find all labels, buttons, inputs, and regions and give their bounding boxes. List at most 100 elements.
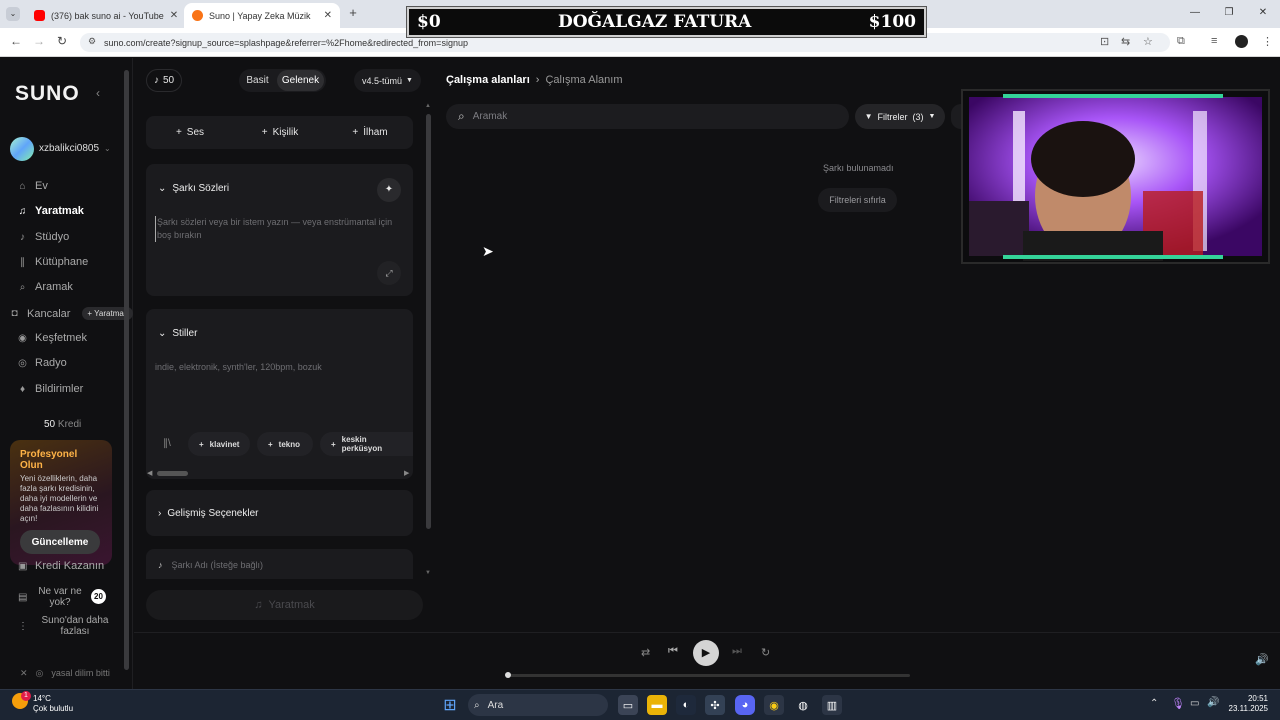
scroll-up-icon[interactable]: ▲ <box>425 103 431 109</box>
suno-logo[interactable]: SUNO <box>15 82 80 106</box>
song-title-input[interactable]: ♪ Şarkı Adı (İsteğe bağlı) <box>158 560 263 570</box>
chrome-icon[interactable]: ◉ <box>764 695 784 715</box>
minimize-icon[interactable]: — <box>1178 0 1212 28</box>
tags-scrollbar[interactable] <box>157 471 188 476</box>
profile-avatar[interactable] <box>1235 35 1248 48</box>
tab-search-icon[interactable]: ⌄ <box>6 7 20 21</box>
model-selector[interactable]: v4.5-tümü ▼ <box>354 69 421 92</box>
scroll-right-icon[interactable]: ▶ <box>404 469 409 477</box>
sidebar-item-radio[interactable]: ◎ Radyo <box>18 357 67 369</box>
play-button[interactable]: ▶ <box>693 640 719 666</box>
search-input[interactable]: ⌕ Aramak <box>446 104 849 129</box>
more-from-suno-link[interactable]: ⋮ Suno'dan daha fazlası <box>18 615 115 637</box>
plus-icon: + <box>175 127 182 138</box>
volume-icon[interactable]: 🔊 <box>1255 653 1269 666</box>
obs-icon[interactable]: ◍ <box>793 695 813 715</box>
sidebar-item-search[interactable]: ⌕ Aramak <box>18 281 73 293</box>
scroll-left-icon[interactable]: ◀ <box>147 469 152 477</box>
chevron-down-icon[interactable]: ⌄ <box>104 144 111 153</box>
tab-youtube[interactable]: (376) bak suno ai - YouTube ✕ <box>26 3 182 28</box>
earn-credits-link[interactable]: ▣ Kredi Kazanın <box>18 560 104 572</box>
sort-button[interactable] <box>951 104 961 129</box>
reset-filters-button[interactable]: Filtreleri sıfırla <box>818 188 897 212</box>
avatar[interactable] <box>10 137 34 161</box>
sidebar-item-explore[interactable]: ◉ Keşfetmek <box>18 332 87 344</box>
advanced-options-header[interactable]: › Gelişmiş Seçenekler <box>158 508 259 519</box>
progress-track[interactable] <box>507 674 910 677</box>
task-view-icon[interactable]: ▭ <box>618 695 638 715</box>
weather-widget[interactable]: 14°C Çok bulutlu <box>33 694 73 714</box>
styles-header[interactable]: ⌄ Stiller <box>158 328 197 339</box>
restore-icon[interactable]: ❐ <box>1212 0 1246 28</box>
shuffle-icon[interactable]: ⇄ <box>641 646 650 659</box>
repeat-icon[interactable]: ↻ <box>761 646 770 659</box>
style-tag[interactable]: + tekno <box>257 432 313 456</box>
upgrade-button[interactable]: Güncelleme <box>20 530 100 554</box>
back-icon[interactable]: ← <box>10 34 22 48</box>
x-icon[interactable]: ✕ <box>20 668 28 679</box>
sidebar-item-label: Ne var ne yok? <box>38 586 82 608</box>
sidebar-item-notifications[interactable]: ♦ Bildirimler <box>18 383 83 395</box>
style-library-icon[interactable]: ∥\ <box>163 438 171 449</box>
username[interactable]: xzbalikci0805 <box>39 143 99 154</box>
sidebar-item-library[interactable]: ∥ Kütüphane <box>18 256 88 268</box>
scroll-down-icon[interactable]: ▼ <box>425 570 431 576</box>
lyrics-header[interactable]: ⌄ Şarkı Sözleri <box>158 183 229 194</box>
tray-chevron-icon[interactable]: ⌃ <box>1150 698 1158 709</box>
add-inspiration-button[interactable]: + İlham <box>340 121 400 144</box>
site-info-icon[interactable]: ⚙ <box>88 36 96 47</box>
instagram-icon[interactable]: ◎ <box>36 668 44 679</box>
install-app-icon[interactable]: ⊡ <box>1100 35 1109 48</box>
sidebar-item-studio[interactable]: ♪ Stüdyo <box>18 231 69 243</box>
mode-custom-tab[interactable]: Gelenek <box>277 70 324 91</box>
discord-icon[interactable]: ◕ <box>735 695 755 715</box>
browser-menu-icon[interactable]: ⋮ <box>1262 35 1273 48</box>
styles-textarea[interactable]: indie, elektronik, synth'ler, 120bpm, bo… <box>155 361 405 374</box>
add-voice-button[interactable]: + Ses <box>160 121 220 144</box>
taskbar-search[interactable]: ⌕ Ara <box>468 694 608 716</box>
reload-icon[interactable]: ↻ <box>57 34 67 48</box>
progress-handle[interactable] <box>505 672 511 678</box>
style-tag[interactable]: + keskin perküsyon <box>320 432 413 456</box>
bookmark-star-icon[interactable]: ☆ <box>1143 35 1153 48</box>
magic-wand-icon[interactable]: ✦ <box>377 178 401 202</box>
breadcrumb-root[interactable]: Çalışma alanları <box>446 74 530 86</box>
style-tag[interactable]: + klavinet <box>188 432 250 456</box>
reading-list-icon[interactable]: ≡ <box>1211 35 1217 47</box>
close-window-icon[interactable]: ✕ <box>1246 0 1280 28</box>
network-icon[interactable]: ▭ <box>1190 698 1199 709</box>
filters-button[interactable]: ▼ Filtreler (3) ▼ <box>855 104 945 129</box>
add-persona-button[interactable]: + Kişilik <box>250 121 310 144</box>
microphone-icon[interactable]: 🎙 <box>1171 697 1185 710</box>
app-icon[interactable]: ✣ <box>705 695 725 715</box>
taskbar-clock[interactable]: 20:51 23.11.2025 <box>1228 694 1268 714</box>
extensions-icon[interactable]: ⧉ <box>1177 35 1185 48</box>
credits-chip: ♪ 50 <box>146 69 182 92</box>
app-window-icon[interactable]: ▥ <box>822 695 842 715</box>
windows-start-icon[interactable]: ⊞ <box>440 695 460 715</box>
mode-simple-tab[interactable]: Basit <box>241 70 274 91</box>
create-panel-scrollbar[interactable] <box>426 114 431 529</box>
steam-icon[interactable]: ◐ <box>676 695 696 715</box>
collapse-sidebar-icon[interactable]: ‹ <box>96 86 100 100</box>
close-tab-icon[interactable]: ✕ <box>164 10 178 21</box>
sidebar-item-home[interactable]: ⌂ Ev <box>18 180 47 192</box>
previous-icon[interactable]: ⏮ <box>668 645 678 658</box>
expand-icon[interactable]: ⤢ <box>377 261 401 285</box>
translate-icon[interactable]: ⇆ <box>1121 35 1130 48</box>
whats-new-link[interactable]: ▤ Ne var ne yok? <box>18 586 85 608</box>
lyrics-textarea[interactable]: Şarkı sözleri veya bir istem yazın — vey… <box>155 216 405 242</box>
sidebar-item-create[interactable]: ♫ Yaratmak <box>18 205 84 217</box>
tab-suno[interactable]: Suno | Yapay Zeka Müzik ✕ <box>184 3 340 28</box>
sidebar-item-label: Bildirimler <box>35 383 84 395</box>
next-icon[interactable]: ⏭ <box>732 645 742 658</box>
sidebar-item-hooks[interactable]: ◘ Kancalar + Yaratmak <box>10 307 133 320</box>
create-button[interactable]: ♫ Yaratmak <box>146 590 423 620</box>
chevron-down-icon: ⌄ <box>158 328 167 339</box>
sidebar-scrollbar[interactable] <box>124 70 129 670</box>
close-tab-icon[interactable]: ✕ <box>318 10 332 21</box>
forward-icon[interactable]: → <box>33 34 45 48</box>
volume-tray-icon[interactable]: 🔊 <box>1207 697 1219 708</box>
file-explorer-icon[interactable]: ▬ <box>647 695 667 715</box>
new-tab-button[interactable]: + <box>345 5 361 21</box>
